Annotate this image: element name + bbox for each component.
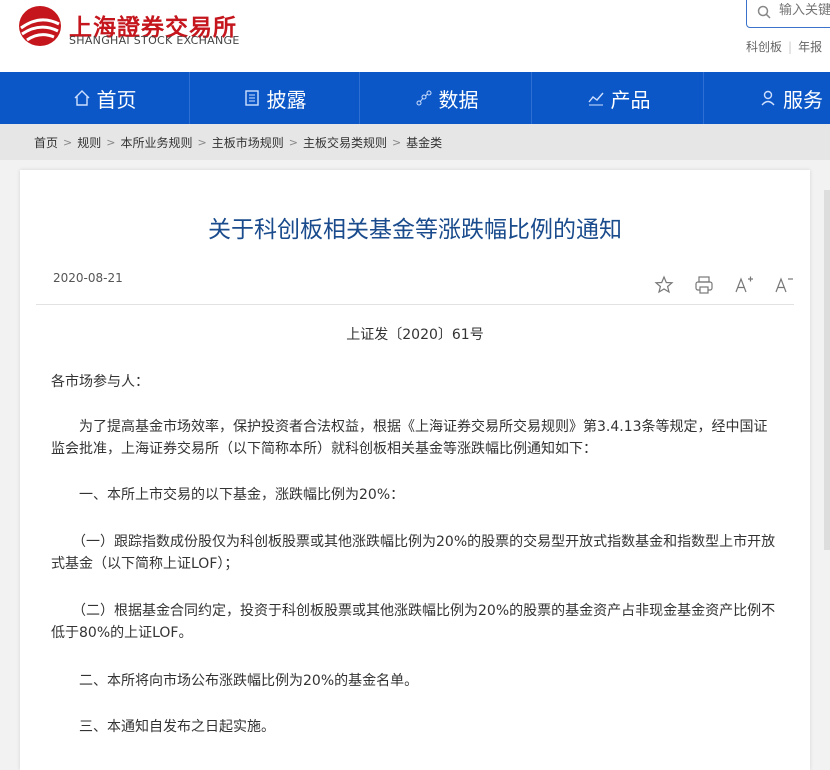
paragraph-intro: 为了提高基金市场效率，保护投资者合法权益，根据《上海证券交易所交易规则》第3.4… bbox=[51, 419, 768, 457]
home-icon bbox=[74, 90, 89, 106]
nav-item-data[interactable]: 数据 bbox=[362, 72, 532, 124]
breadcrumb-item-trading-rules[interactable]: 主板交易类规则 bbox=[303, 134, 387, 151]
nav-label: 首页 bbox=[96, 87, 137, 112]
chart-icon bbox=[587, 92, 604, 106]
breadcrumb-item-business-rules[interactable]: 本所业务规则 bbox=[120, 134, 192, 151]
nav-label: 服务 bbox=[783, 87, 823, 112]
paragraph-item-1: （一）跟踪指数成份股仅为科创板股票或其他涨跌幅比例为20%的股票的交易型开放式指… bbox=[51, 534, 776, 572]
separator: | bbox=[788, 40, 793, 54]
search-input[interactable] bbox=[779, 3, 830, 18]
user-service-icon bbox=[761, 90, 775, 106]
logo-english-text: SHANGHAI STOCK EXCHANGE bbox=[69, 34, 240, 47]
document-number: 上证发〔2020〕61号 bbox=[346, 327, 484, 343]
paragraph-item-2: （二）根据基金合同约定，投资于科创板股票或其他涨跌幅比例为20%的股票的基金资产… bbox=[51, 603, 776, 641]
breadcrumb-item-rules[interactable]: 规则 bbox=[77, 134, 101, 151]
paragraph-section-3: 三、本通知自发布之日起实施。 bbox=[51, 719, 275, 735]
chevron-right-icon: > bbox=[288, 135, 298, 149]
paragraph-salutation: 各市场参与人： bbox=[51, 374, 149, 390]
paragraph-section-1: 一、本所上市交易的以下基金，涨跌幅比例为20%： bbox=[51, 487, 405, 503]
nav-item-home[interactable]: 首页 bbox=[20, 72, 190, 124]
font-increase-icon[interactable] bbox=[733, 274, 755, 296]
chevron-right-icon: > bbox=[391, 135, 402, 149]
nav-label: 披露 bbox=[266, 87, 307, 112]
nav-item-disclosure[interactable]: 披露 bbox=[190, 72, 360, 124]
paragraph-section-2: 二、本所将向市场公布涨跌幅比例为20%的基金名单。 bbox=[51, 673, 419, 689]
nav-item-services[interactable]: 服务 bbox=[706, 72, 830, 124]
divider bbox=[36, 304, 794, 305]
chevron-right-icon: > bbox=[106, 135, 116, 149]
breadcrumb: 首页 > 规则 > 本所业务规则 > 主板市场规则 > 主板交易类规则 > 基金类 bbox=[0, 124, 830, 160]
page-scrollbar[interactable] bbox=[824, 190, 830, 550]
quick-links: 科创板 | 年报 bbox=[746, 38, 822, 55]
star-icon[interactable] bbox=[653, 274, 675, 296]
site-header: 上海證券交易所 SHANGHAI STOCK EXCHANGE 科创板 | 年报 bbox=[0, 0, 830, 72]
font-decrease-icon[interactable] bbox=[773, 274, 795, 296]
publish-date: 2020-08-21 bbox=[53, 271, 123, 285]
sse-logo[interactable]: 上海證券交易所 SHANGHAI STOCK EXCHANGE bbox=[17, 4, 247, 48]
article-toolbar bbox=[610, 274, 810, 298]
breadcrumb-item-fund[interactable]: 基金类 bbox=[406, 134, 442, 151]
quick-link-star-market[interactable]: 科创板 bbox=[746, 40, 782, 54]
chevron-right-icon: > bbox=[197, 135, 207, 149]
document-icon bbox=[244, 90, 259, 106]
quick-link-annual-report[interactable]: 年报 bbox=[798, 40, 822, 54]
page-title: 关于科创板相关基金等涨跌幅比例的通知 bbox=[208, 217, 622, 243]
nav-label: 产品 bbox=[610, 87, 651, 112]
search-box[interactable] bbox=[746, 0, 830, 28]
data-icon bbox=[416, 90, 431, 106]
chevron-right-icon: > bbox=[63, 135, 73, 149]
sse-logo-mark-icon bbox=[19, 6, 61, 46]
nav-label: 数据 bbox=[438, 87, 479, 112]
breadcrumb-item-home[interactable]: 首页 bbox=[34, 134, 58, 151]
main-nav: 首页 披露 数据 产品 服务 bbox=[0, 72, 830, 124]
nav-item-products[interactable]: 产品 bbox=[534, 72, 704, 124]
print-icon[interactable] bbox=[693, 274, 715, 296]
breadcrumb-item-main-board-rules[interactable]: 主板市场规则 bbox=[212, 134, 284, 151]
article-card: 关于科创板相关基金等涨跌幅比例的通知 2020-08-21 上证发〔2020〕6… bbox=[20, 170, 810, 770]
search-icon[interactable] bbox=[757, 5, 771, 19]
